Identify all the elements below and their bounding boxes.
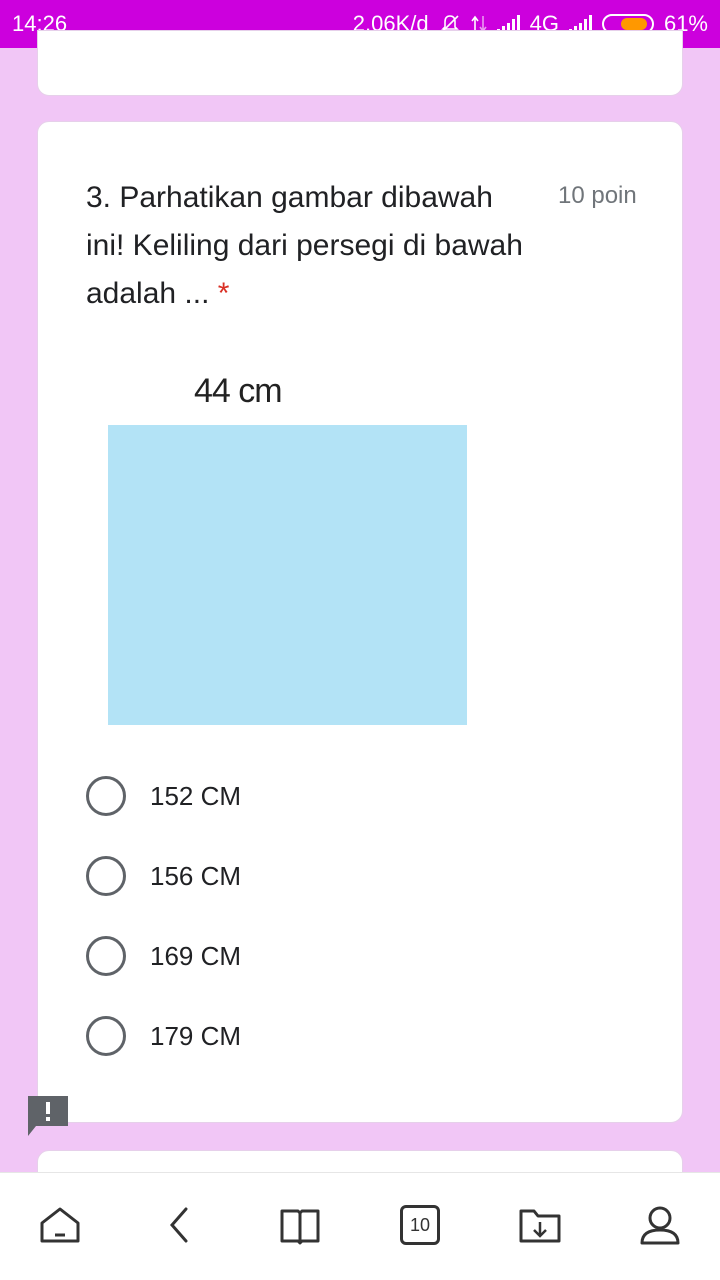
- radio-button[interactable]: [86, 776, 126, 816]
- option-169[interactable]: 169 CM: [86, 934, 241, 978]
- option-179[interactable]: 179 CM: [86, 1014, 241, 1058]
- square-side-label: 44 cm: [194, 372, 283, 410]
- profile-icon: [640, 1206, 680, 1245]
- feedback-icon[interactable]: [28, 1096, 68, 1136]
- option-152[interactable]: 152 CM: [86, 774, 241, 818]
- home-button[interactable]: [38, 1203, 82, 1247]
- question-title: 3. Parhatikan gambar dibawah ini! Kelili…: [86, 174, 526, 318]
- option-label: 152 CM: [150, 780, 242, 811]
- option-label: 156 CM: [150, 860, 242, 891]
- question-text: 3. Parhatikan gambar dibawah ini! Kelili…: [86, 181, 523, 310]
- tabs-button[interactable]: 10: [398, 1203, 442, 1247]
- downloads-icon: [519, 1209, 561, 1243]
- bookmarks-button[interactable]: [278, 1203, 322, 1247]
- back-button[interactable]: [158, 1203, 202, 1247]
- question-card: 3. Parhatikan gambar dibawah ini! Kelili…: [37, 121, 683, 1123]
- tabs-icon: 10: [400, 1205, 440, 1245]
- bookmarks-icon: [280, 1209, 320, 1245]
- bottom-navigation: 10: [0, 1172, 720, 1280]
- downloads-button[interactable]: [518, 1203, 562, 1247]
- back-icon: [170, 1207, 188, 1243]
- previous-question-card: [37, 30, 683, 96]
- required-mark: *: [217, 277, 230, 310]
- option-label: 179 CM: [150, 1020, 242, 1051]
- profile-button[interactable]: [638, 1203, 682, 1247]
- home-icon: [40, 1207, 80, 1243]
- radio-button[interactable]: [86, 936, 126, 976]
- square-figure: [108, 425, 467, 725]
- radio-button[interactable]: [86, 856, 126, 896]
- option-label: 169 CM: [150, 940, 242, 971]
- option-156[interactable]: 156 CM: [86, 854, 241, 898]
- radio-button[interactable]: [86, 1016, 126, 1056]
- question-points: 10 poin: [558, 182, 637, 209]
